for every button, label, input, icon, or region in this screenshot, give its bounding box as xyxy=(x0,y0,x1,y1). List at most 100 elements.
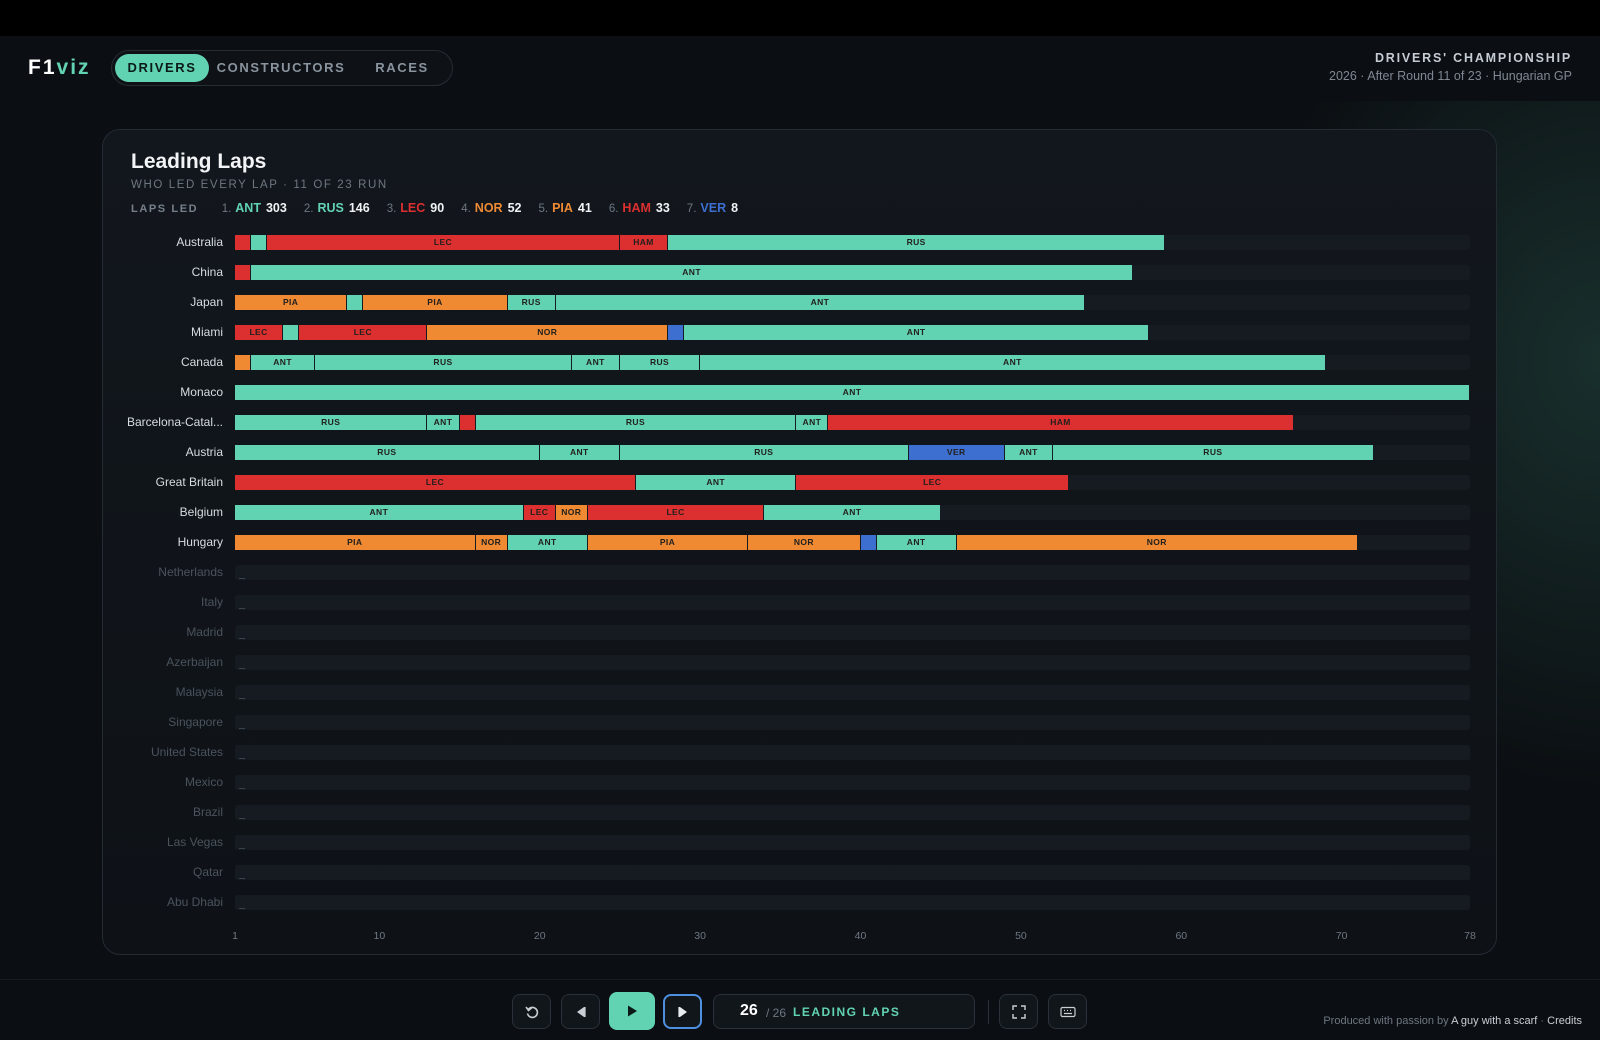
lap-segment[interactable]: ANT xyxy=(764,505,940,520)
lap-segment[interactable]: ANT xyxy=(700,355,1325,370)
lap-segment[interactable]: ANT xyxy=(571,355,619,370)
no-data-dash xyxy=(239,878,245,879)
lap-segment[interactable]: LEC xyxy=(267,235,619,250)
lap-segment[interactable]: RUS xyxy=(619,355,700,370)
lap-segment[interactable]: ANT xyxy=(1004,445,1052,460)
lap-segment[interactable]: ANT xyxy=(251,265,1133,280)
lap-segment[interactable]: ANT xyxy=(684,325,1149,340)
no-data-dash xyxy=(239,698,245,699)
lap-segment[interactable]: PIA xyxy=(587,535,748,550)
lap-segment[interactable]: ANT xyxy=(539,445,619,460)
race-track xyxy=(235,685,1470,700)
step-forward-button[interactable] xyxy=(663,994,702,1029)
x-tick-label: 50 xyxy=(1015,930,1027,942)
race-label: Great Britain xyxy=(155,475,223,489)
legend-driver-code: RUS xyxy=(317,201,344,215)
championship-subtitle: 2026 · After Round 11 of 23 · Hungarian … xyxy=(1329,69,1572,83)
lap-segment[interactable]: LEC xyxy=(796,475,1069,490)
credit-author[interactable]: A guy with a scarf xyxy=(1451,1015,1537,1027)
tab-drivers[interactable]: DRIVERS xyxy=(115,54,209,82)
lap-segment[interactable]: PIA xyxy=(363,295,507,310)
championship-title: DRIVERS' CHAMPIONSHIP xyxy=(1374,51,1572,65)
lap-segment[interactable]: ANT xyxy=(635,475,796,490)
lap-segment[interactable] xyxy=(251,235,267,250)
lap-segment[interactable]: ANT xyxy=(796,415,828,430)
fullscreen-icon xyxy=(1011,1004,1026,1019)
credits-link[interactable]: Credits xyxy=(1547,1015,1582,1027)
lap-segment[interactable] xyxy=(459,415,475,430)
lap-segment[interactable]: LEC xyxy=(587,505,764,520)
lap-segment[interactable]: RUS xyxy=(235,415,427,430)
lap-segment[interactable]: HAM xyxy=(619,235,668,250)
lap-segment[interactable]: ANT xyxy=(235,505,523,520)
lap-segment[interactable] xyxy=(283,325,299,340)
x-tick-label: 1 xyxy=(232,930,238,942)
race-label: Malaysia xyxy=(175,685,223,699)
legend-laps-value: 90 xyxy=(430,201,445,215)
legend-laps-value: 41 xyxy=(577,201,592,215)
lap-segment[interactable]: LEC xyxy=(235,475,635,490)
lap-segment[interactable]: LEC xyxy=(523,505,555,520)
fullscreen-button[interactable] xyxy=(999,994,1038,1029)
lap-segment[interactable]: NOR xyxy=(748,535,860,550)
no-data-dash xyxy=(239,728,245,729)
lap-segment[interactable]: NOR xyxy=(956,535,1357,550)
lap-segment[interactable] xyxy=(860,535,876,550)
lap-segment[interactable]: RUS xyxy=(1052,445,1373,460)
lap-segment[interactable]: LEC xyxy=(299,325,427,340)
legend-item: 1. ANT 303 xyxy=(222,201,287,215)
race-track xyxy=(235,565,1470,580)
lap-segment[interactable]: LEC xyxy=(235,325,283,340)
lap-segment[interactable]: NOR xyxy=(427,325,668,340)
lap-segment[interactable]: RUS xyxy=(668,235,1165,250)
lap-segment[interactable] xyxy=(235,265,251,280)
lap-segment[interactable]: VER xyxy=(908,445,1004,460)
lap-segment[interactable]: ANT xyxy=(555,295,1085,310)
keyboard-shortcuts-button[interactable] xyxy=(1048,994,1087,1029)
lap-segment[interactable]: ANT xyxy=(235,385,1469,400)
lap-segment[interactable]: NOR xyxy=(555,505,587,520)
lap-segment[interactable] xyxy=(235,235,251,250)
lap-segment[interactable]: RUS xyxy=(315,355,571,370)
race-label: Italy xyxy=(200,595,223,609)
lap-segment[interactable]: RUS xyxy=(475,415,796,430)
logo-text-viz: viz xyxy=(56,56,91,79)
lap-segment[interactable]: ANT xyxy=(427,415,459,430)
legend-item: 5. PIA 41 xyxy=(538,201,591,215)
legend-laps-value: 303 xyxy=(265,201,287,215)
legend-item: 6. HAM 33 xyxy=(609,201,670,215)
race-track xyxy=(235,835,1470,850)
app-logo[interactable]: F1viz xyxy=(28,56,91,80)
legend-driver-code: HAM xyxy=(622,201,651,215)
no-data-dash xyxy=(239,668,245,669)
lap-segment[interactable]: PIA xyxy=(235,295,347,310)
race-label: Singapore xyxy=(168,715,223,729)
lap-segment[interactable]: HAM xyxy=(828,415,1293,430)
lap-segment[interactable] xyxy=(235,355,251,370)
legend-rank: 3. xyxy=(386,203,397,215)
lap-segment[interactable] xyxy=(668,325,684,340)
race-track xyxy=(235,745,1470,760)
restart-button[interactable] xyxy=(512,994,551,1029)
play-button[interactable] xyxy=(609,992,655,1030)
race-label: Abu Dhabi xyxy=(166,895,223,909)
race-label: Madrid xyxy=(186,625,223,639)
tab-constructors[interactable]: CONSTRUCTORS xyxy=(216,54,346,82)
step-back-button[interactable] xyxy=(561,994,600,1029)
lap-segment[interactable]: RUS xyxy=(507,295,555,310)
lap-segment[interactable]: ANT xyxy=(876,535,956,550)
lap-segment[interactable]: RUS xyxy=(235,445,539,460)
no-data-dash xyxy=(239,788,245,789)
legend-laps-value: 8 xyxy=(731,201,739,215)
lap-segment[interactable]: ANT xyxy=(251,355,315,370)
legend-driver-code: ANT xyxy=(235,201,261,215)
lap-segment[interactable] xyxy=(347,295,363,310)
no-data-dash xyxy=(239,608,245,609)
lap-counter: 26 / 26 LEADING LAPS xyxy=(713,994,975,1029)
lap-segment[interactable]: PIA xyxy=(235,535,475,550)
restart-icon xyxy=(524,1006,538,1018)
lap-segment[interactable]: ANT xyxy=(507,535,587,550)
lap-segment[interactable]: RUS xyxy=(619,445,908,460)
lap-segment[interactable]: NOR xyxy=(475,535,507,550)
tab-races[interactable]: RACES xyxy=(358,54,446,82)
